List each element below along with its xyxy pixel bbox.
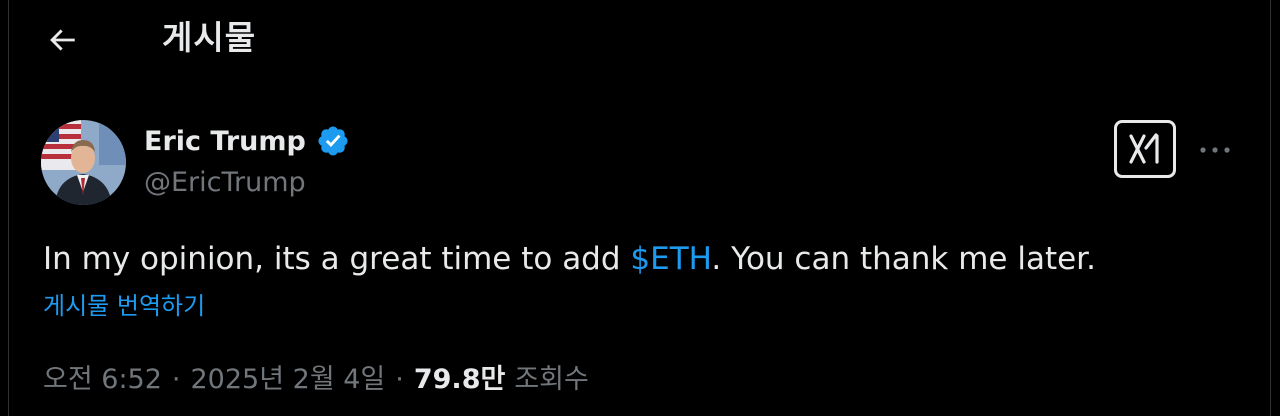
left-border	[8, 0, 9, 416]
author-name-row: Eric Trump	[144, 122, 350, 160]
post-text-before: In my opinion, its a great time to add	[43, 241, 631, 277]
post-text: In my opinion, its a great time to add $…	[43, 236, 1096, 282]
meta-separator: ·	[395, 364, 404, 395]
views-label: 조회수	[514, 364, 589, 395]
author-name[interactable]: Eric Trump	[144, 126, 306, 157]
views-count[interactable]: 79.8만	[414, 360, 505, 400]
meta-separator: ·	[171, 364, 181, 395]
more-dots-icon	[1200, 147, 1230, 153]
post-meta: 오전 6:52 · 2025년 2월 4일 · 79.8만 조회수	[43, 360, 589, 400]
grok-icon	[1129, 133, 1159, 164]
post-text-after: . You can thank me later.	[711, 241, 1096, 277]
more-options-button[interactable]	[1195, 132, 1235, 168]
page-title: 게시물	[162, 18, 257, 57]
translate-post-link[interactable]: 게시물 번역하기	[43, 287, 205, 325]
verified-badge-icon[interactable]	[316, 124, 350, 158]
cashtag-link[interactable]: $ETH	[630, 241, 711, 277]
author-handle[interactable]: @EricTrump	[144, 164, 306, 202]
post-date[interactable]: 2025년 2월 4일	[191, 360, 386, 400]
arrow-left-icon	[50, 29, 75, 51]
avatar-photo	[41, 120, 126, 205]
grok-button[interactable]	[1114, 120, 1176, 178]
avatar[interactable]	[41, 120, 126, 205]
post-detail-page: 게시물 Eric Trump @EricTrump In my opinion,…	[0, 0, 1280, 416]
back-button[interactable]	[40, 18, 84, 62]
right-border	[1270, 0, 1271, 416]
post-time[interactable]: 오전 6:52	[43, 360, 162, 400]
